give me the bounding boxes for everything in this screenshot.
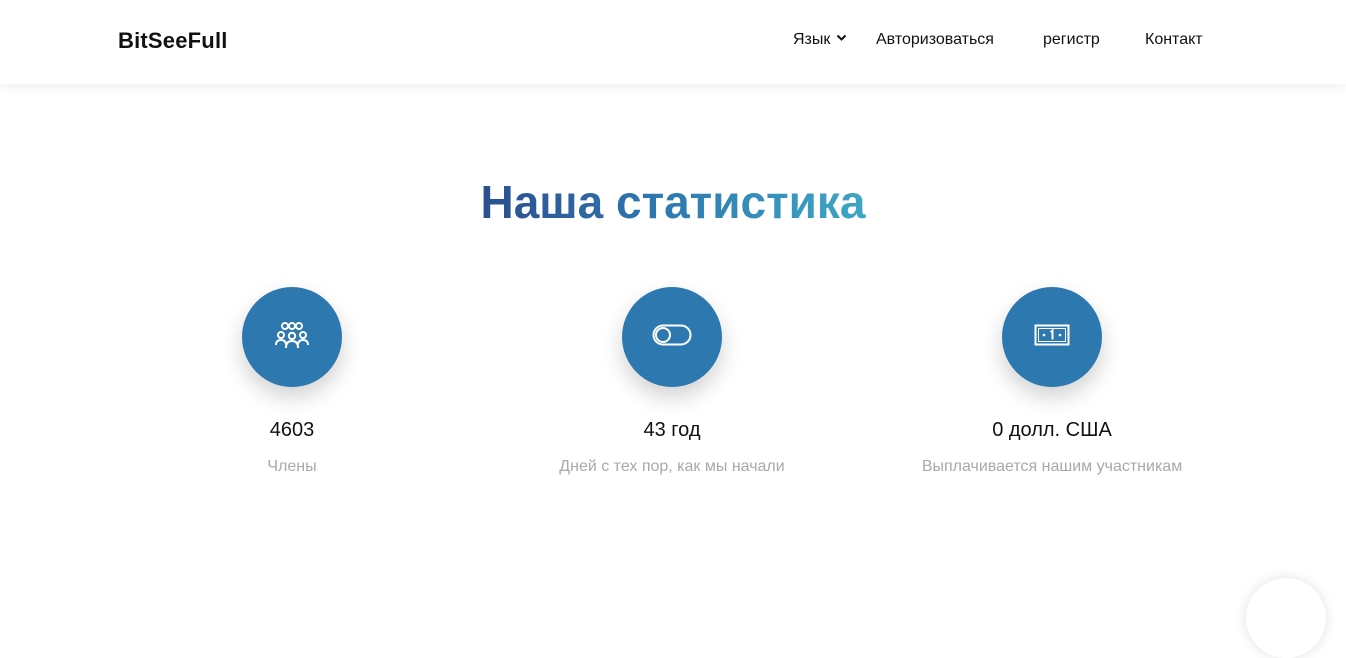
toggle-icon (652, 324, 692, 351)
stat-value: 43 год (643, 419, 701, 441)
stat-label: Члены (267, 458, 317, 475)
section-title-text: Наша статистика (480, 176, 866, 228)
stat-days: 43 год Дней с тех пор, как мы начали (492, 287, 852, 477)
main-nav: Язык Авторизоваться регистр Контакт (0, 31, 1346, 55)
stat-value: 0 долл. США (992, 419, 1112, 441)
language-label: Язык (793, 31, 831, 48)
stat-value: 4603 (269, 419, 315, 441)
nav-contact-link[interactable]: Контакт (1145, 31, 1203, 49)
chat-widget-button[interactable] (1246, 578, 1326, 658)
banknote-icon (1034, 324, 1070, 351)
nav-login-link[interactable]: Авторизоваться (876, 31, 994, 49)
section-title: Наша статистика (0, 174, 1346, 230)
language-dropdown[interactable]: Язык (793, 31, 847, 49)
stat-label: Дней с тех пор, как мы начали (559, 458, 785, 475)
nav-register-link[interactable]: регистр (1043, 31, 1100, 49)
stat-icon-circle (242, 287, 342, 387)
users-group-icon (274, 321, 310, 354)
stat-members: 4603 Члены (112, 287, 472, 477)
stat-icon-circle (622, 287, 722, 387)
stat-label: Выплачивается нашим участникам (921, 458, 1183, 475)
chevron-down-icon (836, 29, 847, 47)
site-header: BitSeeFull Язык Авторизоваться регистр К… (0, 0, 1346, 84)
stat-paid: 0 долл. США Выплачивается нашим участник… (872, 287, 1232, 477)
stat-icon-circle (1002, 287, 1102, 387)
